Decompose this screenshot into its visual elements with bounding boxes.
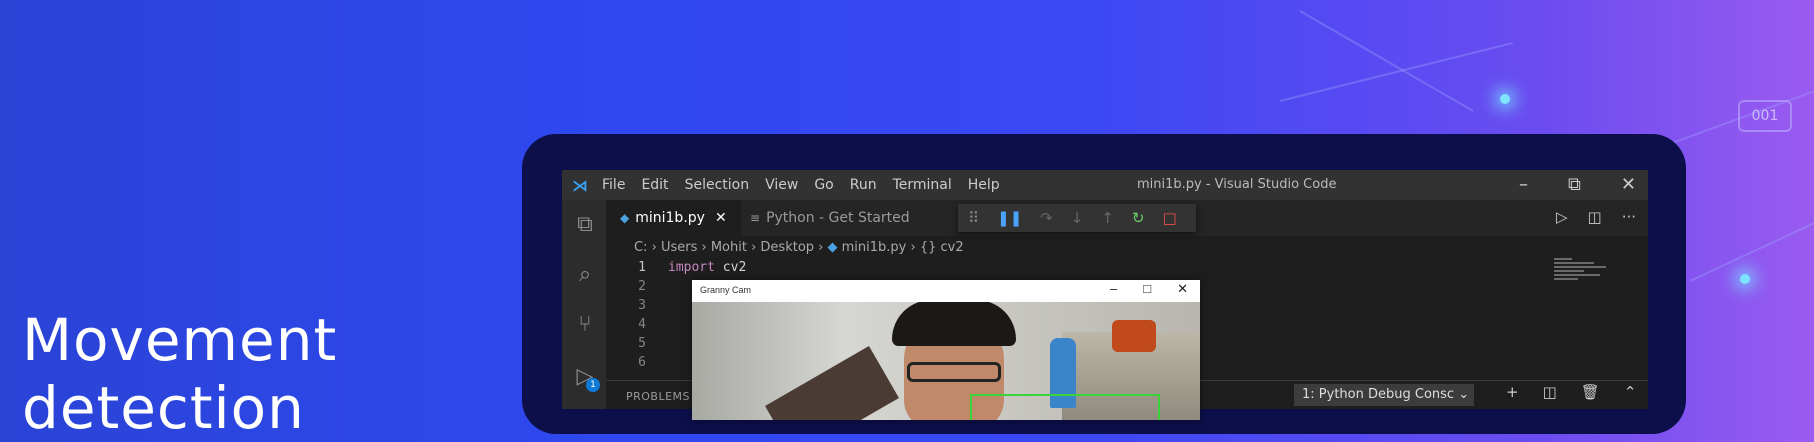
- camera-feed: [692, 302, 1200, 420]
- granny-cam-window: Granny Cam – □ ✕: [692, 280, 1200, 420]
- menu-run[interactable]: Run: [850, 177, 877, 193]
- python-file-icon: ◆: [827, 240, 838, 255]
- decor-line: [1689, 220, 1814, 282]
- cam-window-controls: – □ ✕: [1110, 281, 1188, 297]
- line-number: 5: [638, 336, 646, 351]
- glow-dot: [1740, 274, 1750, 284]
- source-control-icon[interactable]: ⑂: [572, 312, 598, 338]
- close-tab-icon[interactable]: ✕: [715, 210, 727, 226]
- tab-problems[interactable]: PROBLEMS: [626, 390, 690, 403]
- page-headline: Movement detection: [22, 306, 337, 442]
- drag-handle-icon[interactable]: ⠿: [968, 209, 979, 227]
- maximize-icon[interactable]: □: [1143, 281, 1151, 297]
- line-number: 2: [638, 279, 646, 294]
- step-into-icon[interactable]: ↓: [1071, 209, 1084, 227]
- restore-icon[interactable]: ⧉: [1568, 174, 1581, 195]
- menu-edit[interactable]: Edit: [641, 177, 668, 193]
- menu-file[interactable]: File: [602, 177, 625, 193]
- debug-toolbar: ⠿ ❚❚ ↷ ↓ ↑ ↻ □: [958, 204, 1196, 232]
- menu-go[interactable]: Go: [814, 177, 833, 193]
- activity-bar: ⧉ ⌕ ⑂ ▷ 1: [562, 200, 606, 409]
- breadcrumb-item[interactable]: Users: [661, 240, 697, 255]
- menu-view[interactable]: View: [765, 177, 798, 193]
- line-number: 6: [638, 355, 646, 370]
- motion-detection-box: [970, 394, 1160, 420]
- split-editor-icon[interactable]: ◫: [1588, 208, 1602, 226]
- line-number: 3: [638, 298, 646, 313]
- minimize-icon[interactable]: –: [1110, 281, 1117, 297]
- menu-bar: File Edit Selection View Go Run Terminal…: [602, 177, 1000, 193]
- menu-terminal[interactable]: Terminal: [893, 177, 952, 193]
- explorer-icon[interactable]: ⧉: [572, 212, 598, 238]
- panel-actions: + ◫ 🗑 ⌃ ✕: [1506, 383, 1648, 401]
- line-number: 4: [638, 317, 646, 332]
- editor-tabs: ◆ mini1b.py ✕ ≡ Python - Get Started ⠿ ❚❚ ↷…: [606, 200, 1648, 236]
- breadcrumb: C: › Users › Mohit › Desktop › ◆ mini1b.…: [634, 240, 964, 255]
- chevron-up-icon[interactable]: ⌃: [1624, 383, 1637, 401]
- breadcrumb-item[interactable]: Mohit: [711, 240, 747, 255]
- step-out-icon[interactable]: ↑: [1101, 209, 1114, 227]
- trash-icon[interactable]: 🗑: [1581, 383, 1600, 401]
- pause-icon[interactable]: ❚❚: [997, 209, 1022, 227]
- window-controls: – ⧉ ✕: [1519, 174, 1636, 195]
- terminal-select-value: 1: Python Debug Consc: [1302, 387, 1455, 402]
- menu-selection[interactable]: Selection: [685, 177, 750, 193]
- more-actions-icon[interactable]: ···: [1622, 208, 1636, 226]
- camera-person-hair: [892, 302, 1016, 346]
- debug-count-badge: 1: [586, 378, 600, 392]
- cam-window-title: Granny Cam: [700, 285, 752, 295]
- tab-label: Python - Get Started: [766, 210, 910, 226]
- step-over-icon[interactable]: ↷: [1040, 209, 1053, 227]
- code-rest: cv2: [714, 260, 747, 275]
- editor-actions: ▷ ◫ ···: [1556, 208, 1636, 226]
- tab-python-get-started[interactable]: ≡ Python - Get Started: [736, 200, 924, 236]
- code-text: import cv2: [668, 258, 746, 277]
- camera-pot: [1112, 320, 1156, 352]
- breadcrumb-item[interactable]: {} cv2: [920, 240, 964, 255]
- run-icon[interactable]: ▷: [1556, 208, 1568, 226]
- headline-line-1: Movement: [22, 306, 338, 374]
- breadcrumb-item[interactable]: Desktop: [760, 240, 814, 255]
- decor-badge: 001: [1738, 100, 1792, 132]
- title-bar: ⋊ File Edit Selection View Go Run Termin…: [562, 170, 1648, 200]
- headline-line-2: detection: [22, 374, 305, 442]
- new-terminal-icon[interactable]: +: [1506, 383, 1519, 401]
- stop-icon[interactable]: □: [1162, 209, 1176, 227]
- tab-mini1b[interactable]: ◆ mini1b.py ✕: [606, 200, 741, 236]
- run-debug-icon[interactable]: ▷ 1: [572, 364, 600, 392]
- menu-help[interactable]: Help: [968, 177, 1000, 193]
- search-icon[interactable]: ⌕: [572, 262, 598, 288]
- vscode-logo-icon: ⋊: [572, 176, 588, 195]
- tab-label: mini1b.py: [635, 210, 705, 226]
- window-title: mini1b.py - Visual Studio Code: [1137, 177, 1337, 192]
- minimize-icon[interactable]: –: [1519, 174, 1528, 195]
- close-window-icon[interactable]: ✕: [1621, 174, 1636, 195]
- camera-person-glasses: [907, 362, 1001, 382]
- breadcrumb-item[interactable]: C:: [634, 240, 647, 255]
- chevron-down-icon: ⌄: [1458, 387, 1470, 402]
- keyword: import: [668, 260, 715, 275]
- split-terminal-icon[interactable]: ◫: [1543, 383, 1557, 401]
- close-icon[interactable]: ✕: [1177, 281, 1188, 297]
- decor-line: [1299, 10, 1474, 112]
- breadcrumb-item[interactable]: mini1b.py: [842, 240, 907, 255]
- minimap[interactable]: [1554, 258, 1616, 294]
- terminal-select[interactable]: 1: Python Debug Consc ⌄: [1294, 384, 1474, 406]
- line-number: 1: [638, 260, 646, 275]
- glow-dot: [1500, 94, 1510, 104]
- restart-icon[interactable]: ↻: [1132, 209, 1145, 227]
- python-file-icon: ◆: [620, 211, 630, 225]
- decor-line: [1279, 41, 1514, 102]
- code-line: 1 import cv2: [606, 258, 1648, 277]
- document-icon: ≡: [750, 211, 761, 225]
